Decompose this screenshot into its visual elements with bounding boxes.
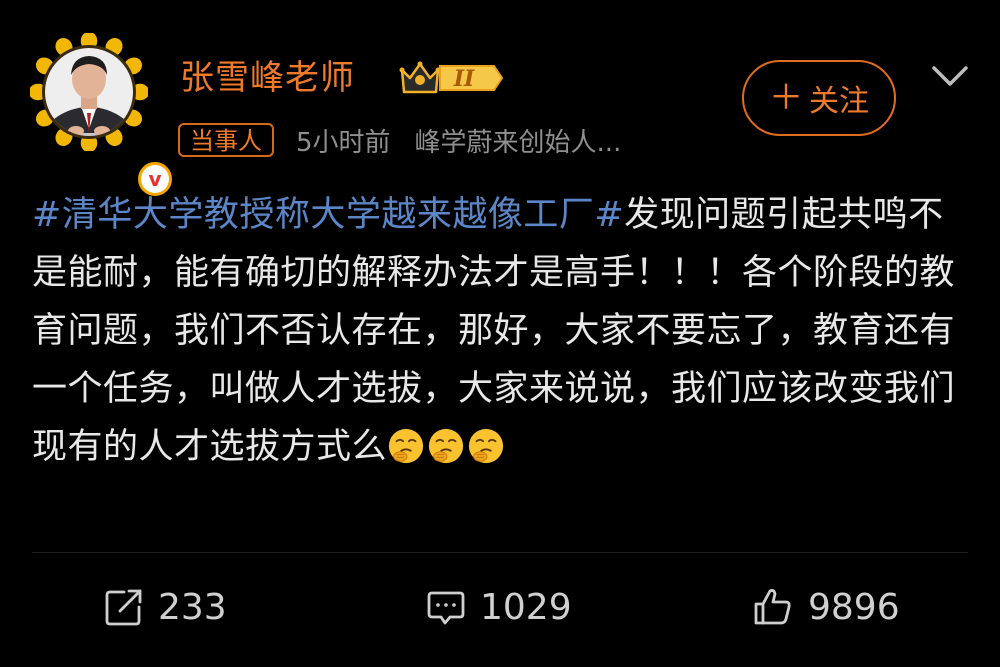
post-content: #清华大学教授称大学越来越像工厂#发现问题引起共鸣不是能耐，能有确切的解释办法才… [32,186,962,476]
share-count: 233 [158,586,227,628]
post-header: v 张雪峰老师 II 当事人 5小时前 峰学蔚来创始人... ＋ 关注 [0,0,1000,199]
comment-icon [427,591,465,625]
post-time: 5小时前 [296,127,391,158]
share-icon [105,589,142,626]
thumbs-up-icon [754,589,791,625]
post-meta: 当事人 5小时前 峰学蔚来创始人... [178,120,621,160]
plus-icon: ＋ [769,78,803,118]
chevron-down-icon[interactable] [928,62,972,92]
like-button[interactable]: 9896 [752,582,900,632]
vip-level-badge-icon: II [399,61,504,94]
avatar[interactable]: v [30,33,175,199]
avatar-image [30,33,148,151]
follow-label: 关注 [809,84,869,119]
thinking-face-emoji [428,428,464,464]
crown-icon [399,61,441,94]
thinking-face-emoji [388,428,424,464]
hashtag-link[interactable]: #清华大学教授称大学越来越像工厂# [32,195,624,235]
like-count: 9896 [808,586,900,628]
thinking-face-emoji [468,428,504,464]
divider [32,552,968,553]
author-description: 峰学蔚来创始人... [414,127,622,158]
share-button[interactable]: 233 [104,582,227,632]
vip-level-text: II [453,66,475,92]
author-name[interactable]: 张雪峰老师 [180,54,355,102]
party-tag: 当事人 [178,123,274,157]
comment-button[interactable]: 1029 [426,582,572,632]
action-bar: 233 1029 9896 [0,572,1000,642]
follow-button[interactable]: ＋ 关注 [742,60,896,136]
comment-count: 1029 [480,586,572,628]
